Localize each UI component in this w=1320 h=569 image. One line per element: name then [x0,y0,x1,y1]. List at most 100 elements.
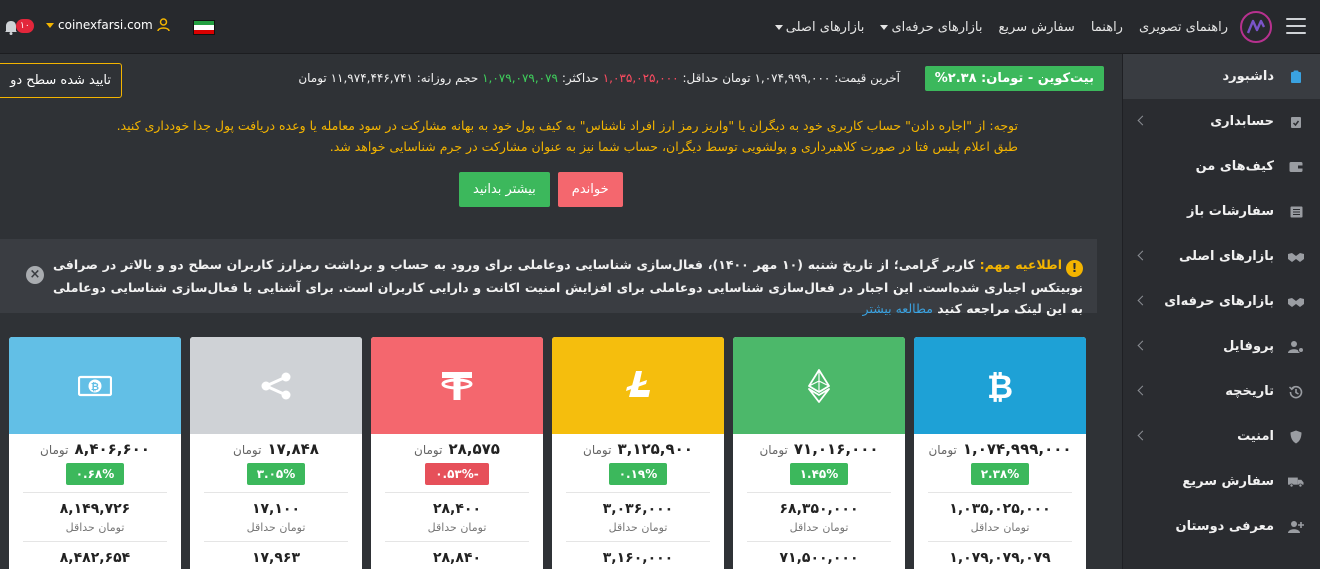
coin-max-price: ۲۸,۸۴۰ [432,550,482,566]
sidebar-item-wallets[interactable]: کیف‌های من [1123,144,1320,189]
nav-help[interactable]: راهنما [1091,20,1123,35]
notification-badge: ۱۰ [16,19,34,33]
sidebar: داشبورد حسابداری کیف‌های من سفارشات باز … [1122,54,1320,569]
dashboard-icon [1288,69,1304,85]
chevron-left-icon [1137,250,1148,261]
coin-cards: ₿ تومان ۱,۰۷۴,۹۹۹,۰۰۰ ۲.۳۸% ۱,۰۳۵,۰۲۵,۰۰۰… [7,337,1086,569]
sidebar-item-quick-order[interactable]: سفارش سریع [1123,459,1320,504]
history-icon [1288,384,1304,400]
chevron-left-icon [1137,115,1148,126]
litecoin-icon [626,370,650,397]
chevron-down-icon [46,22,54,28]
coin-price: ۱,۰۷۴,۹۹۹,۰۰۰ [962,440,1072,458]
chevron-left-icon [1137,340,1148,351]
sidebar-item-history[interactable]: تاریخچه [1123,369,1320,414]
daily-volume: ۱۱,۹۷۴,۴۴۶,۷۴۱ [330,71,413,85]
coin-price: ۱۷,۸۴۸ [267,440,319,458]
price-change-badge: ۰.۱۹% [608,463,668,485]
sidebar-item-profile[interactable]: پروفایل [1123,324,1320,369]
chevron-left-icon [1137,295,1148,306]
coin-card-ripple[interactable]: تومان ۱۷,۸۴۸ ۳.۰۵% ۱۷,۱۰۰ تومان حداقل ۱۷,… [190,337,362,569]
bitcoin-cash-icon: ₿ [78,375,112,396]
shield-icon [1288,429,1304,445]
coin-max-price: ۱,۰۷۹,۰۷۹,۰۷۹ [949,550,1051,566]
handshake-icon [1288,294,1304,310]
nav-main-markets[interactable]: بازارهای اصلی [774,20,864,35]
svg-text:₿: ₿ [987,369,1013,403]
chevron-left-icon [1137,385,1148,396]
top-navbar: بازارهای اصلی بازارهای حرفه‌ای سفارش سری… [0,0,1320,54]
announcement-box: !اطلاعیه مهم: کاربر گرامی؛ از تاریخ شنبه… [0,239,1097,316]
coin-card-ethereum[interactable]: تومان ۷۱,۰۱۶,۰۰۰ ۱.۴۵% ۶۸,۳۵۰,۰۰۰ تومان ح… [733,337,905,569]
last-price: ۱,۰۷۴,۹۹۹,۰۰۰ [754,71,831,85]
verification-level-button[interactable]: تایید شده سطح دو [0,63,122,98]
sidebar-item-accounting[interactable]: حسابداری [1123,99,1320,144]
price-change-badge: ۰.۵۳%- [425,463,489,485]
wallet-icon [1288,159,1304,175]
clipboard-check-icon [1288,114,1304,130]
coin-price: ۷۱,۰۱۶,۰۰۰ [793,440,879,458]
sidebar-item-security[interactable]: امنیت [1123,414,1320,459]
coin-card-litecoin[interactable]: تومان ۳,۱۲۵,۹۰۰ ۰.۱۹% ۳,۰۳۶,۰۰۰ تومان حدا… [552,337,724,569]
learn-more-button[interactable]: بیشتر بدانید [459,172,550,207]
coin-min-price: ۶۸,۳۵۰,۰۰۰ [779,501,859,517]
tether-icon [441,371,473,400]
nav-visual-guide[interactable]: راهنمای تصویری [1139,20,1228,35]
ticker-stats: آخرین قیمت: ۱,۰۷۴,۹۹۹,۰۰۰ تومان حداقل: ۱… [298,71,900,85]
card-header: ₿ [914,337,1086,434]
sidebar-item-referral[interactable]: معرفی دوستان [1123,504,1320,549]
ethereum-icon [808,368,830,403]
sidebar-item-pro-markets[interactable]: بازارهای حرفه‌ای [1123,279,1320,324]
chevron-down-icon [774,24,783,30]
read-more-link[interactable]: مطالعه بیشتر [863,301,933,316]
sidebar-item-open-orders[interactable]: سفارشات باز [1123,189,1320,234]
iran-flag-icon[interactable] [193,20,215,35]
nav-quick-order[interactable]: سفارش سریع [999,20,1075,35]
ticker-pair-badge[interactable]: بیت‌کوین - تومان: ۲.۳۸% [924,66,1104,91]
sidebar-item-main-markets[interactable]: بازارهای اصلی [1123,234,1320,279]
announcement-text: !اطلاعیه مهم: کاربر گرامی؛ از تاریخ شنبه… [53,254,1083,319]
user-icon [156,18,170,32]
coin-card-bitcoin-cash[interactable]: ₿ تومان ۸,۴۰۶,۶۰۰ ۰.۶۸% ۸,۱۴۹,۷۲۶ تومان ح… [9,337,181,569]
hamburger-menu-icon[interactable] [1286,18,1306,34]
list-icon [1288,204,1304,220]
user-plus-icon [1288,519,1304,535]
bitcoin-icon: ₿ [987,369,1013,403]
coin-min-price: ۲۸,۴۰۰ [432,501,482,517]
ticker-min-value: ۱,۰۳۵,۰۲۵,۰۰۰ [602,71,679,85]
price-change-badge: ۳.۰۵% [246,463,306,485]
warning-icon: ! [1066,260,1083,277]
chevron-left-icon [1137,430,1148,441]
coin-min-price: ۱۷,۱۰۰ [251,501,301,517]
coin-min-price: ۸,۱۴۹,۷۲۶ [59,501,131,517]
coin-min-price: ۳,۰۳۶,۰۰۰ [602,501,674,517]
site-logo[interactable] [1240,11,1272,43]
ripple-icon [261,372,291,399]
username: coinexfarsi.com [58,18,153,32]
market-ticker: بیت‌کوین - تومان: ۲.۳۸% آخرین قیمت: ۱,۰۷… [0,54,1110,106]
sidebar-item-dashboard[interactable]: داشبورد [1123,54,1320,99]
truck-icon [1288,474,1304,490]
user-menu[interactable]: coinexfarsi.com [46,18,170,32]
mark-read-button[interactable]: خواندم [557,172,623,207]
warning-actions: بیشتر بدانید خواندم [459,172,623,207]
coin-max-price: ۷۱,۵۰۰,۰۰۰ [779,550,859,566]
svg-text:₿: ₿ [91,381,99,393]
price-change-badge: ۰.۶۸% [65,463,125,485]
coin-card-bitcoin[interactable]: ₿ تومان ۱,۰۷۴,۹۹۹,۰۰۰ ۲.۳۸% ۱,۰۳۵,۰۲۵,۰۰۰… [914,337,1086,569]
coin-card-tether[interactable]: تومان ۲۸,۵۷۵ ۰.۵۳%- ۲۸,۴۰۰ تومان حداقل ۲۸… [371,337,543,569]
coin-price: ۲۸,۵۷۵ [448,440,500,458]
main-nav: بازارهای اصلی بازارهای حرفه‌ای سفارش سری… [774,0,1228,54]
ticker-max-value: ۱,۰۷۹,۰۷۹,۰۷۹ [482,71,558,85]
handshake-icon [1288,249,1304,265]
coin-price: ۸,۴۰۶,۶۰۰ [74,440,150,458]
coin-max-price: ۱۷,۹۶۳ [251,550,301,566]
coin-max-price: ۸,۴۸۲,۶۵۴ [59,550,131,566]
price-change-badge: ۱.۴۵% [789,463,849,485]
coin-max-price: ۳,۱۶۰,۰۰۰ [602,550,674,566]
close-icon[interactable]: × [26,266,44,284]
fraud-warning: توجه: از "اجاره دادن" حساب کاربری خود به… [116,118,1018,154]
nav-pro-markets[interactable]: بازارهای حرفه‌ای [880,20,983,35]
announcement-title: اطلاعیه مهم: [979,257,1062,272]
notifications[interactable]: ۱۰ [4,15,34,39]
